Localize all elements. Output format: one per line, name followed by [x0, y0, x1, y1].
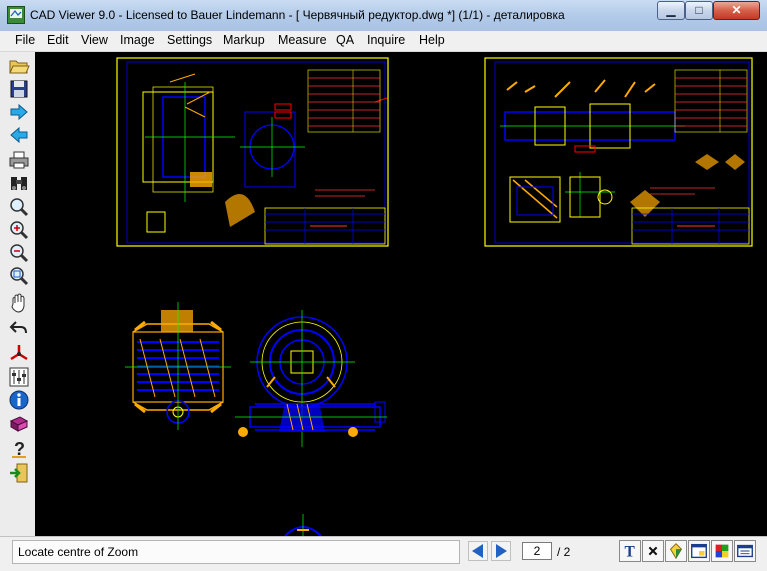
- menu-help[interactable]: Help: [419, 33, 445, 47]
- book-icon[interactable]: [8, 413, 30, 435]
- axes-icon[interactable]: [8, 342, 30, 364]
- menu-qa[interactable]: QA: [336, 33, 354, 47]
- next-page-button[interactable]: [491, 541, 511, 561]
- undo-view-icon[interactable]: [8, 317, 30, 339]
- back-arrow-icon[interactable]: [8, 124, 30, 146]
- menu-bar: File Edit View Image Settings Markup Mea…: [0, 31, 767, 52]
- window-title: CAD Viewer 9.0 - Licensed to Bauer Linde…: [30, 8, 565, 22]
- app-icon: [7, 6, 25, 24]
- page-number-input[interactable]: [522, 542, 552, 560]
- menu-image[interactable]: Image: [120, 33, 155, 47]
- menu-file[interactable]: File: [15, 33, 35, 47]
- zoom-icon[interactable]: [8, 196, 30, 218]
- close-markup-icon[interactable]: [642, 540, 664, 562]
- close-button[interactable]: ✕: [713, 1, 760, 20]
- status-bar: Locate centre of Zoom / 2 T: [0, 536, 767, 571]
- window-icon[interactable]: [688, 540, 710, 562]
- zoom-out-icon[interactable]: [8, 242, 30, 264]
- menu-view[interactable]: View: [81, 33, 108, 47]
- menu-measure[interactable]: Measure: [278, 33, 327, 47]
- cad-drawing: [35, 52, 767, 536]
- status-message: Locate centre of Zoom: [18, 545, 139, 559]
- previous-page-button[interactable]: [468, 541, 488, 561]
- maximize-button[interactable]: □: [685, 1, 713, 20]
- palette-icon[interactable]: [711, 540, 733, 562]
- info-icon[interactable]: [8, 389, 30, 411]
- exit-icon[interactable]: [8, 462, 30, 484]
- zoom-window-icon[interactable]: [8, 265, 30, 287]
- forward-arrow-icon[interactable]: [8, 101, 30, 123]
- minimize-button[interactable]: ▁: [657, 1, 685, 20]
- status-message-field: Locate centre of Zoom: [12, 540, 460, 564]
- help-icon[interactable]: ?: [8, 437, 30, 459]
- pan-hand-icon[interactable]: [8, 292, 30, 314]
- svg-text:T: T: [625, 543, 636, 560]
- color-icon[interactable]: [665, 540, 687, 562]
- menu-edit[interactable]: Edit: [47, 33, 69, 47]
- title-bar[interactable]: CAD Viewer 9.0 - Licensed to Bauer Linde…: [0, 0, 767, 31]
- menu-markup[interactable]: Markup: [223, 33, 265, 47]
- menu-inquire[interactable]: Inquire: [367, 33, 405, 47]
- fullscreen-icon[interactable]: [734, 540, 756, 562]
- page-total: / 2: [557, 545, 571, 559]
- binoculars-icon[interactable]: [8, 172, 30, 194]
- layers-icon[interactable]: [8, 366, 30, 388]
- save-icon[interactable]: [8, 78, 30, 100]
- text-toggle-icon[interactable]: T: [619, 540, 641, 562]
- drawing-canvas[interactable]: [35, 52, 767, 536]
- menu-settings[interactable]: Settings: [167, 33, 212, 47]
- zoom-in-icon[interactable]: [8, 219, 30, 241]
- open-folder-icon[interactable]: [8, 55, 30, 77]
- print-icon[interactable]: [8, 149, 30, 171]
- tool-bar: ?: [0, 52, 36, 536]
